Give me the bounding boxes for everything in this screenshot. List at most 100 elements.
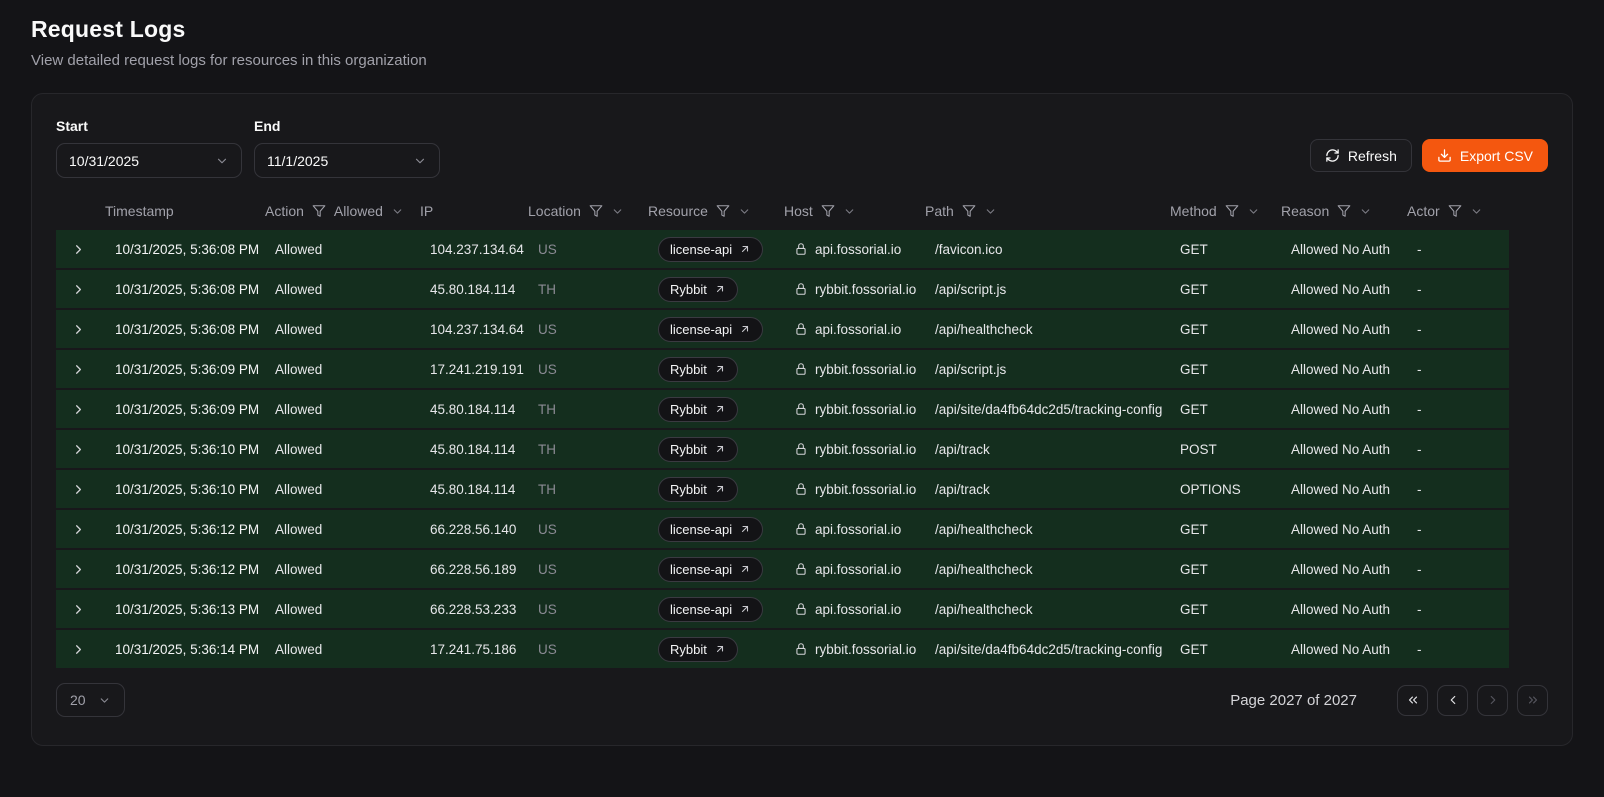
refresh-button[interactable]: Refresh bbox=[1310, 139, 1412, 172]
row-expander-button[interactable] bbox=[56, 282, 101, 297]
row-expander-button[interactable] bbox=[56, 242, 101, 257]
logs-card: Start 10/31/2025 End 11/1/2025 bbox=[31, 93, 1573, 746]
resource-name: Rybbit bbox=[670, 482, 707, 497]
chevron-down-icon[interactable] bbox=[843, 205, 856, 218]
row-expander-button[interactable] bbox=[56, 482, 101, 497]
chevron-right-icon bbox=[71, 402, 86, 417]
column-header-location[interactable]: Location bbox=[524, 203, 644, 219]
cell-ip: 17.241.219.191 bbox=[416, 362, 524, 377]
cell-ip: 45.80.184.114 bbox=[416, 282, 524, 297]
resource-badge[interactable]: license-api bbox=[658, 517, 763, 542]
table-footer: 20 Page 2027 of 2027 bbox=[56, 683, 1548, 717]
column-header-method[interactable]: Method bbox=[1166, 203, 1277, 219]
chevron-right-icon bbox=[1486, 693, 1500, 707]
row-expander-button[interactable] bbox=[56, 522, 101, 537]
column-header-reason[interactable]: Reason bbox=[1277, 203, 1403, 219]
resource-badge[interactable]: Rybbit bbox=[658, 397, 738, 422]
row-expander-button[interactable] bbox=[56, 362, 101, 377]
export-csv-button[interactable]: Export CSV bbox=[1422, 139, 1548, 172]
row-expander-button[interactable] bbox=[56, 322, 101, 337]
filter-icon[interactable] bbox=[589, 204, 603, 218]
cell-action: Allowed bbox=[261, 402, 416, 417]
filter-icon[interactable] bbox=[1448, 204, 1462, 218]
cell-method: GET bbox=[1166, 522, 1277, 537]
filter-icon[interactable] bbox=[1337, 204, 1351, 218]
row-expander-button[interactable] bbox=[56, 642, 101, 657]
chevron-right-icon bbox=[71, 242, 86, 257]
cell-action: Allowed bbox=[261, 642, 416, 657]
chevron-down-icon[interactable] bbox=[1247, 205, 1260, 218]
lock-icon bbox=[794, 322, 808, 336]
end-date-select[interactable]: 11/1/2025 bbox=[254, 143, 440, 178]
chevron-down-icon[interactable] bbox=[984, 205, 997, 218]
column-header-actor[interactable]: Actor bbox=[1403, 203, 1509, 219]
resource-badge[interactable]: Rybbit bbox=[658, 637, 738, 662]
resource-badge[interactable]: Rybbit bbox=[658, 477, 738, 502]
filter-icon[interactable] bbox=[962, 204, 976, 218]
cell-actor: - bbox=[1403, 242, 1509, 257]
filter-icon[interactable] bbox=[312, 204, 326, 218]
chevron-down-icon[interactable] bbox=[611, 205, 624, 218]
request-logs-table: Timestamp Action Allowed IP Location Res… bbox=[56, 192, 1509, 668]
cell-path: /api/healthcheck bbox=[921, 562, 1166, 577]
resource-badge[interactable]: license-api bbox=[658, 597, 763, 622]
column-header-timestamp[interactable]: Timestamp bbox=[101, 203, 261, 219]
chevron-right-icon bbox=[71, 522, 86, 537]
chevron-right-icon bbox=[71, 322, 86, 337]
cell-timestamp: 10/31/2025, 5:36:09 PM bbox=[101, 362, 261, 377]
column-header-ip[interactable]: IP bbox=[416, 203, 524, 219]
cell-path: /api/script.js bbox=[921, 362, 1166, 377]
cell-actor: - bbox=[1403, 322, 1509, 337]
filter-icon[interactable] bbox=[1225, 204, 1239, 218]
row-expander-button[interactable] bbox=[56, 562, 101, 577]
resource-badge[interactable]: Rybbit bbox=[658, 437, 738, 462]
start-date-field: Start 10/31/2025 bbox=[56, 118, 242, 178]
chevron-down-icon bbox=[98, 694, 111, 707]
cell-resource: Rybbit bbox=[644, 277, 780, 302]
chevron-down-icon[interactable] bbox=[391, 205, 404, 218]
resource-badge[interactable]: license-api bbox=[658, 317, 763, 342]
cell-location: TH bbox=[524, 482, 644, 497]
cell-timestamp: 10/31/2025, 5:36:10 PM bbox=[101, 482, 261, 497]
row-expander-button[interactable] bbox=[56, 442, 101, 457]
resource-badge[interactable]: Rybbit bbox=[658, 357, 738, 382]
column-header-resource[interactable]: Resource bbox=[644, 203, 780, 219]
filter-icon[interactable] bbox=[821, 204, 835, 218]
end-date-label: End bbox=[254, 118, 440, 134]
cell-location: TH bbox=[524, 282, 644, 297]
row-expander-button[interactable] bbox=[56, 402, 101, 417]
chevron-right-icon bbox=[71, 482, 86, 497]
cell-timestamp: 10/31/2025, 5:36:09 PM bbox=[101, 402, 261, 417]
chevron-down-icon bbox=[413, 154, 427, 168]
external-link-arrow-icon bbox=[714, 403, 726, 415]
chevron-down-icon[interactable] bbox=[1470, 205, 1483, 218]
host-name: rybbit.fossorial.io bbox=[815, 482, 916, 497]
resource-badge[interactable]: license-api bbox=[658, 237, 763, 262]
host-name: rybbit.fossorial.io bbox=[815, 362, 916, 377]
lock-icon bbox=[794, 402, 808, 416]
cell-reason: Allowed No Auth bbox=[1277, 522, 1403, 537]
row-expander-button[interactable] bbox=[56, 602, 101, 617]
chevron-down-icon[interactable] bbox=[1359, 205, 1372, 218]
cell-host: rybbit.fossorial.io bbox=[780, 402, 921, 417]
column-header-action[interactable]: Action Allowed bbox=[261, 203, 416, 219]
page-size-select[interactable]: 20 bbox=[56, 683, 125, 717]
filter-icon[interactable] bbox=[716, 204, 730, 218]
cell-location: US bbox=[524, 642, 644, 657]
column-header-host[interactable]: Host bbox=[780, 203, 921, 219]
cell-ip: 66.228.53.233 bbox=[416, 602, 524, 617]
resource-badge[interactable]: Rybbit bbox=[658, 277, 738, 302]
cell-reason: Allowed No Auth bbox=[1277, 242, 1403, 257]
cell-path: /api/track bbox=[921, 482, 1166, 497]
start-date-select[interactable]: 10/31/2025 bbox=[56, 143, 242, 178]
column-header-label: Host bbox=[784, 203, 813, 219]
last-page-button[interactable] bbox=[1517, 685, 1548, 716]
lock-icon bbox=[794, 562, 808, 576]
column-header-path[interactable]: Path bbox=[921, 203, 1166, 219]
first-page-button[interactable] bbox=[1397, 685, 1428, 716]
chevron-down-icon[interactable] bbox=[738, 205, 751, 218]
resource-badge[interactable]: license-api bbox=[658, 557, 763, 582]
previous-page-button[interactable] bbox=[1437, 685, 1468, 716]
next-page-button[interactable] bbox=[1477, 685, 1508, 716]
cell-location: US bbox=[524, 562, 644, 577]
